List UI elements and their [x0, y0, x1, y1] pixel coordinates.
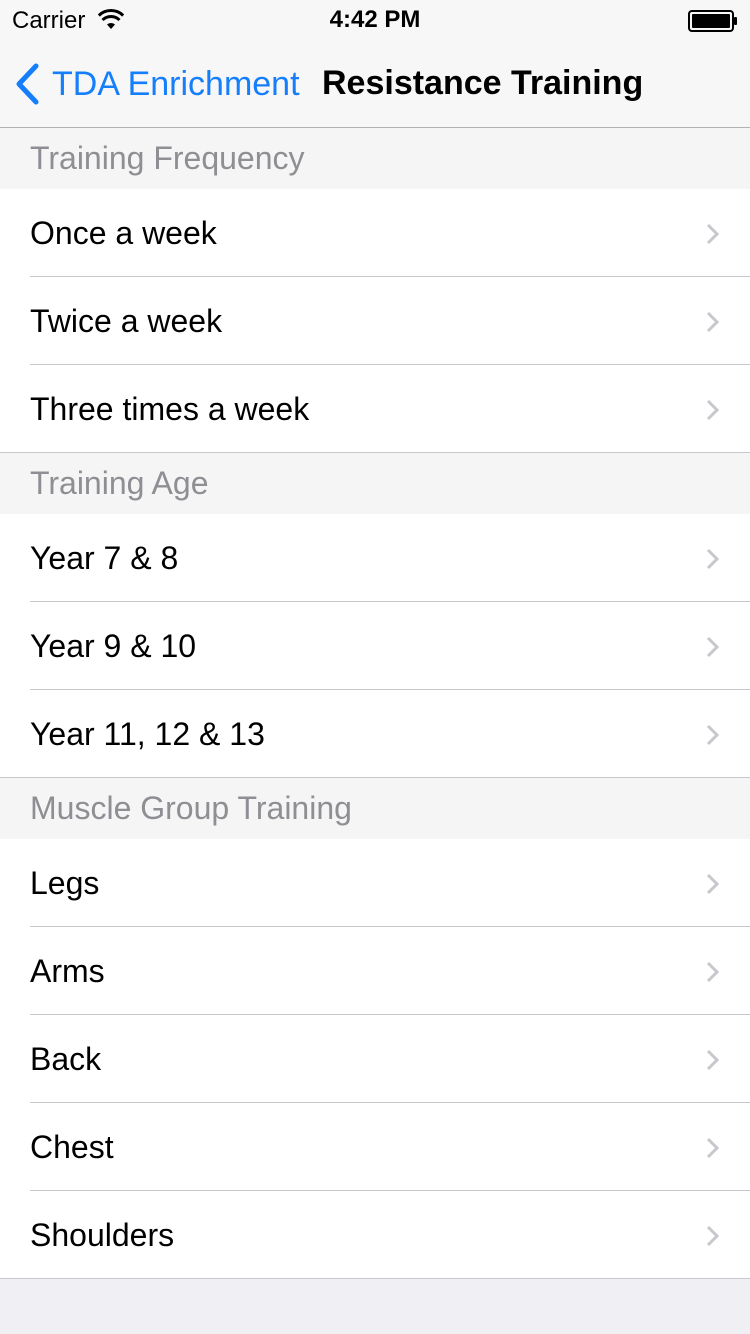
- list-item-three-times-a-week[interactable]: Three times a week: [0, 365, 750, 453]
- list-item-label: Year 11, 12 & 13: [30, 715, 265, 752]
- chevron-right-icon: [706, 724, 720, 746]
- section-header-label: Training Age: [30, 465, 209, 501]
- list-item-label: Shoulders: [30, 1216, 175, 1253]
- separator: [0, 1278, 750, 1279]
- navigation-bar: TDA Enrichment Resistance Training: [0, 40, 750, 128]
- list-item-chest[interactable]: Chest: [0, 1103, 750, 1191]
- list-item-label: Legs: [30, 864, 100, 901]
- clock: 4:42 PM: [329, 6, 421, 33]
- status-bar: Carrier 4:42 PM: [0, 0, 750, 40]
- chevron-right-icon: [706, 1137, 720, 1159]
- chevron-right-icon: [706, 636, 720, 658]
- chevron-right-icon: [706, 1225, 720, 1247]
- list-item-legs[interactable]: Legs: [0, 839, 750, 927]
- list-item-label: Chest: [30, 1128, 114, 1165]
- section-header-label: Muscle Group Training: [30, 790, 352, 826]
- list-item-label: Three times a week: [30, 390, 310, 427]
- section-header-muscle-group-training: Muscle Group Training: [0, 778, 750, 839]
- separator: [0, 452, 750, 453]
- section-header-training-frequency: Training Frequency: [0, 128, 750, 189]
- chevron-right-icon: [706, 311, 720, 333]
- list-item-year-9-10[interactable]: Year 9 & 10: [0, 602, 750, 690]
- separator: [0, 777, 750, 778]
- back-button-label: TDA Enrichment: [52, 64, 300, 103]
- list-item-label: Once a week: [30, 214, 217, 251]
- chevron-right-icon: [706, 399, 720, 421]
- list-item-twice-a-week[interactable]: Twice a week: [0, 277, 750, 365]
- list-item-year-7-8[interactable]: Year 7 & 8: [0, 514, 750, 602]
- chevron-right-icon: [706, 1049, 720, 1071]
- chevron-right-icon: [706, 223, 720, 245]
- chevron-right-icon: [706, 548, 720, 570]
- section-header-training-age: Training Age: [0, 453, 750, 514]
- chevron-left-icon: [16, 63, 39, 105]
- list-item-label: Arms: [30, 952, 105, 989]
- list-item-shoulders[interactable]: Shoulders: [0, 1191, 750, 1279]
- page-title: Resistance Training: [322, 64, 644, 102]
- chevron-right-icon: [706, 873, 720, 895]
- chevron-right-icon: [706, 961, 720, 983]
- list-item-label: Year 7 & 8: [30, 539, 179, 576]
- table-view: Training Frequency Once a week Twice a w…: [0, 128, 750, 1279]
- list-item-label: Year 9 & 10: [30, 627, 197, 664]
- list-item-back[interactable]: Back: [0, 1015, 750, 1103]
- section-header-label: Training Frequency: [30, 140, 305, 176]
- list-item-year-11-12-13[interactable]: Year 11, 12 & 13: [0, 690, 750, 778]
- list-item-once-a-week[interactable]: Once a week: [0, 189, 750, 277]
- list-item-label: Twice a week: [30, 302, 223, 339]
- list-item-arms[interactable]: Arms: [0, 927, 750, 1015]
- back-button[interactable]: TDA Enrichment: [14, 62, 300, 106]
- list-item-label: Back: [30, 1040, 102, 1077]
- battery-icon: [688, 10, 737, 32]
